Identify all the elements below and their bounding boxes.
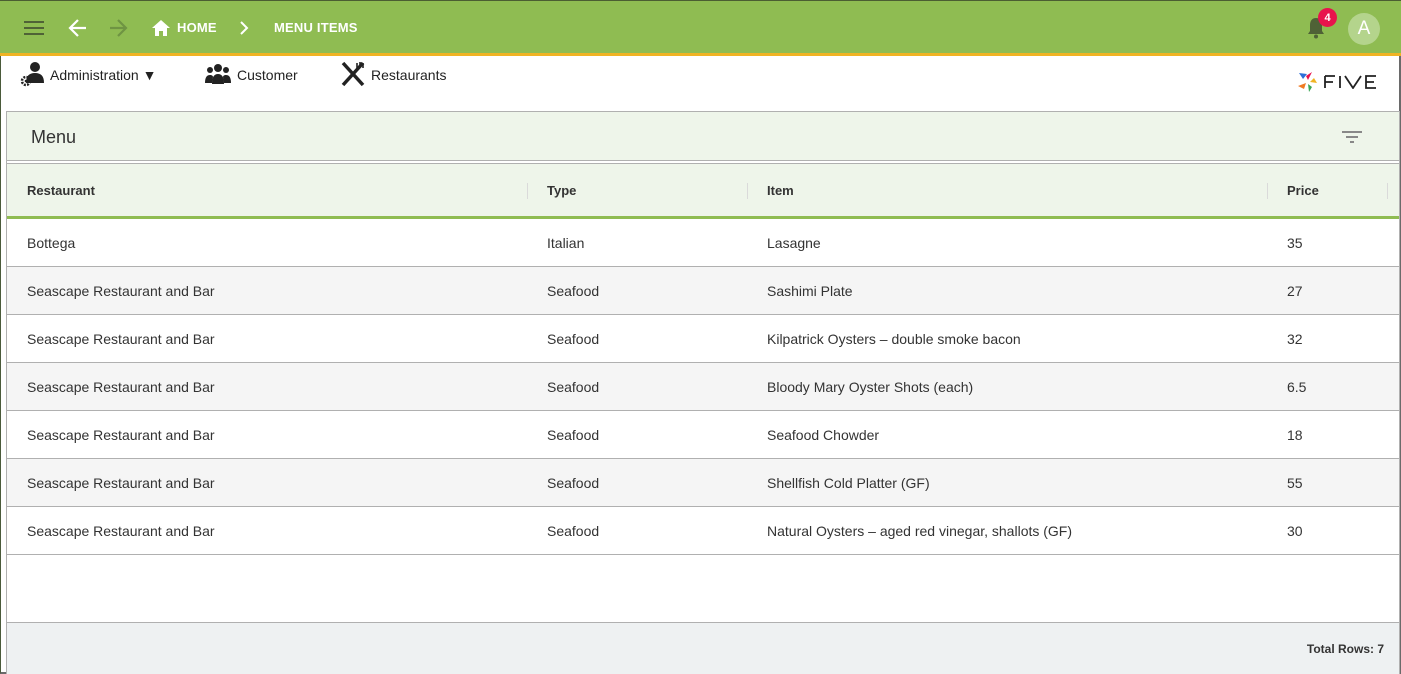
users-group-icon — [205, 63, 231, 88]
cell-price: 35 — [1287, 234, 1303, 251]
cell-price: 32 — [1287, 330, 1303, 347]
menu-panel: Menu Restaurant Type Item Price Bottega I… — [6, 111, 1400, 674]
cell-item: Sashimi Plate — [767, 282, 853, 299]
cell-item: Bloody Mary Oyster Shots (each) — [767, 378, 974, 395]
column-resize-handle[interactable] — [747, 183, 748, 199]
cell-item: Seafood Chowder — [767, 426, 880, 443]
column-resize-handle[interactable] — [527, 183, 528, 199]
cell-restaurant: Seascape Restaurant and Bar — [27, 282, 215, 299]
cell-price: 55 — [1287, 474, 1303, 491]
cell-type: Seafood — [547, 378, 600, 395]
chevron-right-icon — [231, 15, 257, 41]
table-row[interactable]: Seascape Restaurant and Bar Seafood Natura… — [7, 507, 1399, 555]
cell-type: Italian — [547, 234, 585, 251]
breadcrumb-menu-items: MENU ITEMS — [274, 20, 358, 35]
panel-header: Menu — [7, 112, 1399, 161]
filter-icon[interactable] — [1341, 128, 1363, 146]
cell-price: 27 — [1287, 282, 1303, 299]
table-body: Bottega Italian Lasagne 35 Seascape Restaura… — [7, 219, 1399, 555]
table-row[interactable]: Seascape Restaurant and Bar Seafood Seafoo… — [7, 411, 1399, 459]
five-logo-icon — [1298, 72, 1317, 92]
cell-type: Seafood — [547, 426, 600, 443]
table-row[interactable]: Bottega Italian Lasagne 35 — [7, 219, 1399, 267]
table-row[interactable]: Seascape Restaurant and Bar Seafood Shellf… — [7, 459, 1399, 507]
menu-restaurants-label: Restaurants — [371, 67, 447, 83]
cell-price: 30 — [1287, 522, 1303, 539]
column-header-restaurant[interactable]: Restaurant — [27, 164, 95, 217]
arrow-right-icon[interactable] — [105, 15, 131, 41]
menu-customer-label: Customer — [237, 67, 298, 83]
menu-bar: Administration ▼ Customer Restaurants — [0, 56, 1401, 106]
cell-restaurant: Seascape Restaurant and Bar — [27, 474, 215, 491]
five-logo — [1296, 70, 1386, 94]
cell-item: Kilpatrick Oysters – double smoke bacon — [767, 330, 1021, 347]
column-header-item[interactable]: Item — [767, 164, 794, 217]
arrow-left-icon[interactable] — [65, 15, 91, 41]
breadcrumb-home[interactable]: HOME — [177, 20, 217, 35]
column-resize-handle[interactable] — [1387, 183, 1388, 199]
column-resize-handle[interactable] — [1267, 183, 1268, 199]
menu-customer[interactable]: Customer — [205, 60, 298, 90]
hamburger-icon[interactable] — [21, 15, 47, 41]
cell-restaurant: Seascape Restaurant and Bar — [27, 522, 215, 539]
cell-type: Seafood — [547, 474, 600, 491]
cell-type: Seafood — [547, 282, 600, 299]
cell-restaurant: Seascape Restaurant and Bar — [27, 378, 215, 395]
fork-knife-icon — [341, 61, 365, 90]
menu-restaurants[interactable]: Restaurants — [341, 60, 446, 90]
cell-item: Lasagne — [767, 234, 821, 251]
cell-restaurant: Seascape Restaurant and Bar — [27, 330, 215, 347]
total-rows: Total Rows: 7 — [1306, 642, 1384, 656]
table-row[interactable]: Seascape Restaurant and Bar Seafood Bloody… — [7, 363, 1399, 411]
cell-price: 18 — [1287, 426, 1303, 443]
top-bar: HOME MENU ITEMS 4 A — [0, 0, 1401, 56]
column-header-price[interactable]: Price — [1287, 164, 1319, 217]
cell-restaurant: Bottega — [27, 234, 76, 251]
home-icon[interactable] — [148, 15, 174, 41]
table-row[interactable]: Seascape Restaurant and Bar Seafood Kilpat… — [7, 315, 1399, 363]
avatar[interactable]: A — [1348, 13, 1380, 45]
notification-badge: 4 — [1318, 8, 1337, 27]
column-header-type[interactable]: Type — [547, 164, 576, 217]
table-header: Restaurant Type Item Price — [7, 163, 1399, 219]
menu-table: Restaurant Type Item Price Bottega Italia… — [7, 163, 1399, 555]
cell-type: Seafood — [547, 330, 600, 347]
cell-item: Natural Oysters – aged red vinegar, shal… — [767, 522, 1073, 539]
menu-administration-label: Administration ▼ — [50, 67, 157, 83]
menu-administration[interactable]: Administration ▼ — [20, 60, 156, 90]
page-title: Menu — [31, 127, 77, 147]
cell-restaurant: Seascape Restaurant and Bar — [27, 426, 215, 443]
table-footer: Total Rows: 7 — [7, 622, 1399, 674]
admin-user-gear-icon — [20, 61, 44, 90]
cell-item: Shellfish Cold Platter (GF) — [767, 474, 930, 491]
cell-type: Seafood — [547, 522, 600, 539]
five-logo-text — [1324, 75, 1376, 89]
table-row[interactable]: Seascape Restaurant and Bar Seafood Sashim… — [7, 267, 1399, 315]
cell-price: 6.5 — [1287, 378, 1307, 395]
